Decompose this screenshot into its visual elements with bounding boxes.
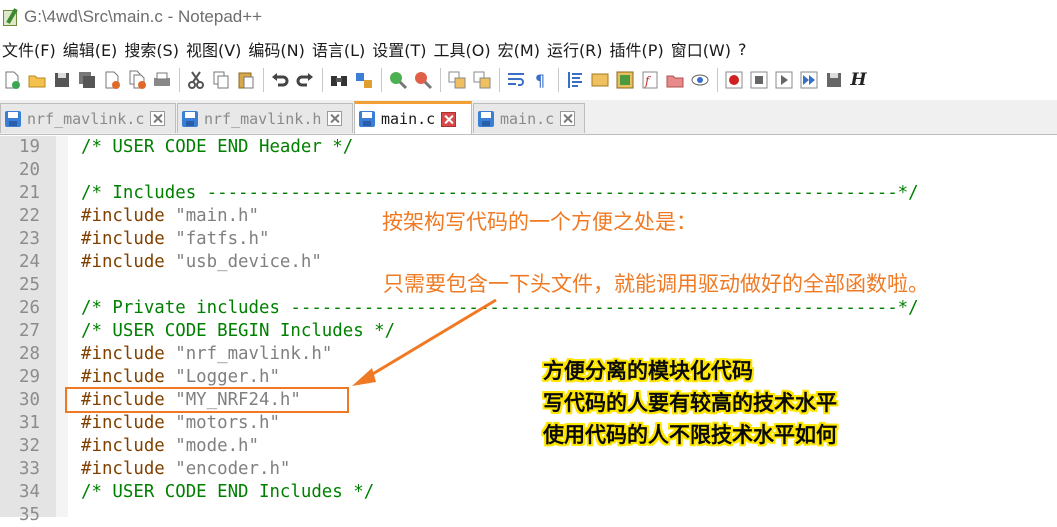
record-macro-icon[interactable] bbox=[722, 69, 745, 92]
paste-icon[interactable] bbox=[234, 69, 257, 92]
undo-icon[interactable] bbox=[268, 69, 291, 92]
run-macro-multiple-icon[interactable] bbox=[797, 69, 820, 92]
tab-bar: nrf_mavlink.c nrf_mavlink.h main.c main.… bbox=[0, 100, 1057, 135]
menu-macro[interactable]: 宏(M) bbox=[496, 37, 545, 61]
print-icon[interactable] bbox=[150, 69, 173, 92]
code-line: 34/* USER CODE END Includes */ bbox=[19, 482, 375, 502]
menu-file[interactable]: 文件(F) bbox=[0, 37, 61, 61]
toolbar-separator bbox=[717, 68, 718, 92]
annotation-black-2: 写代码的人要有较高的技术水平 bbox=[543, 391, 837, 415]
menu-tools[interactable]: 工具(O) bbox=[432, 37, 496, 61]
toolbar-separator bbox=[440, 68, 441, 92]
sync-vertical-icon[interactable] bbox=[445, 69, 468, 92]
notepad-plus-plus-icon bbox=[2, 8, 20, 26]
code-line: 28 #include "nrf_mavlink.h" bbox=[19, 344, 333, 364]
menu-plugins[interactable]: 插件(P) bbox=[608, 37, 669, 61]
menu-run[interactable]: 运行(R) bbox=[545, 37, 608, 61]
save-icon bbox=[5, 110, 21, 127]
replace-icon[interactable] bbox=[352, 69, 375, 92]
zoom-in-icon[interactable] bbox=[386, 69, 409, 92]
tab-main-c-active[interactable]: main.c bbox=[354, 101, 472, 134]
menu-settings[interactable]: 设置(T) bbox=[370, 37, 431, 61]
menu-encoding[interactable]: 编码(N) bbox=[246, 37, 309, 61]
code-line: 33 #include "encoder.h" bbox=[19, 459, 291, 479]
menu-edit[interactable]: 编辑(E) bbox=[61, 37, 123, 61]
svg-text:¶: ¶ bbox=[535, 71, 545, 90]
code-line: 35 bbox=[19, 505, 40, 525]
save-all-icon[interactable] bbox=[75, 69, 98, 92]
toolbar-separator bbox=[499, 68, 500, 92]
redo-icon[interactable] bbox=[293, 69, 316, 92]
close-icon[interactable] bbox=[150, 111, 166, 126]
title-bar: G:\4wd\Src\main.c - Notepad++ bbox=[0, 0, 1057, 34]
close-all-icon[interactable] bbox=[125, 69, 148, 92]
menu-window[interactable]: 窗口(W) bbox=[669, 37, 736, 61]
annotation-orange-1: 按架构写代码的一个方便之处是： bbox=[382, 210, 697, 234]
tab-nrf-mavlink-h[interactable]: nrf_mavlink.h bbox=[177, 103, 353, 133]
toolbar-separator bbox=[263, 68, 264, 92]
menu-search[interactable]: 搜索(S) bbox=[122, 37, 184, 61]
cut-icon[interactable] bbox=[184, 69, 207, 92]
play-macro-icon[interactable] bbox=[772, 69, 795, 92]
close-icon[interactable] bbox=[100, 69, 123, 92]
menu-bar: 文件(F) 编辑(E) 搜索(S) 视图(V) 编码(N) 语言(L) 设置(T… bbox=[0, 36, 1057, 62]
word-wrap-icon[interactable] bbox=[504, 69, 527, 92]
folder-workspace-icon[interactable] bbox=[663, 69, 686, 92]
copy-icon[interactable] bbox=[209, 69, 232, 92]
toolbar-separator bbox=[179, 68, 180, 92]
stop-record-icon[interactable] bbox=[747, 69, 770, 92]
code-line: 19/* USER CODE END Header */ bbox=[19, 137, 354, 157]
save-icon bbox=[359, 111, 375, 127]
code-line: 20 bbox=[19, 160, 40, 180]
menu-help[interactable]: ? bbox=[736, 40, 752, 59]
indent-guide-icon[interactable] bbox=[563, 69, 586, 92]
code-line: 29 #include "Logger.h" bbox=[19, 367, 280, 387]
show-all-chars-icon[interactable]: ¶ bbox=[529, 69, 552, 92]
tab-label: nrf_mavlink.c bbox=[27, 109, 145, 128]
save-icon bbox=[478, 110, 494, 127]
new-file-icon[interactable] bbox=[0, 69, 23, 92]
annotation-black-3: 使用代码的人不限技术水平如何 bbox=[543, 423, 837, 447]
zoom-out-icon[interactable] bbox=[411, 69, 434, 92]
include-highlight-box bbox=[65, 387, 349, 413]
tab-label: main.c bbox=[381, 110, 436, 128]
annotation-orange-2: 只需要包含一下头文件，就能调用驱动做好的全部函数啦。 bbox=[383, 272, 929, 296]
code-line: 32 #include "mode.h" bbox=[19, 436, 259, 456]
find-icon[interactable] bbox=[327, 69, 350, 92]
tab-label: nrf_mavlink.h bbox=[204, 109, 322, 128]
close-icon[interactable] bbox=[327, 111, 343, 126]
code-line: 27/* USER CODE BEGIN Includes */ bbox=[19, 321, 396, 341]
toolbar-separator bbox=[381, 68, 382, 92]
monitor-icon[interactable] bbox=[688, 69, 711, 92]
menu-language[interactable]: 语言(L) bbox=[310, 37, 370, 61]
code-line: 26/* Private includes ------------------… bbox=[19, 298, 919, 318]
save-icon bbox=[182, 110, 198, 127]
toolbar: ¶ f H bbox=[0, 63, 1057, 97]
bold-h-icon[interactable]: H bbox=[847, 69, 870, 92]
close-icon[interactable] bbox=[560, 111, 576, 126]
user-language-icon[interactable] bbox=[588, 69, 611, 92]
toolbar-separator bbox=[558, 68, 559, 92]
tab-main-c[interactable]: main.c bbox=[473, 103, 585, 133]
window-title: G:\4wd\Src\main.c - Notepad++ bbox=[24, 7, 263, 26]
annotation-black-1: 方便分离的模块化代码 bbox=[543, 359, 753, 383]
tab-nrf-mavlink-c[interactable]: nrf_mavlink.c bbox=[0, 103, 176, 133]
sync-horizontal-icon[interactable] bbox=[470, 69, 493, 92]
save-macro-icon[interactable] bbox=[822, 69, 845, 92]
close-icon[interactable] bbox=[441, 111, 457, 127]
menu-view[interactable]: 视图(V) bbox=[184, 37, 246, 61]
code-line: 21/* Includes --------------------------… bbox=[19, 183, 919, 203]
editor[interactable]: 19/* USER CODE END Header */ 20 21/* Inc… bbox=[0, 136, 1057, 525]
function-list-icon[interactable]: f bbox=[638, 69, 661, 92]
tab-label: main.c bbox=[500, 109, 555, 128]
toolbar-separator bbox=[322, 68, 323, 92]
doc-map-icon[interactable] bbox=[613, 69, 636, 92]
open-file-icon[interactable] bbox=[25, 69, 48, 92]
save-icon[interactable] bbox=[50, 69, 73, 92]
code-line: 31 #include "motors.h" bbox=[19, 413, 280, 433]
